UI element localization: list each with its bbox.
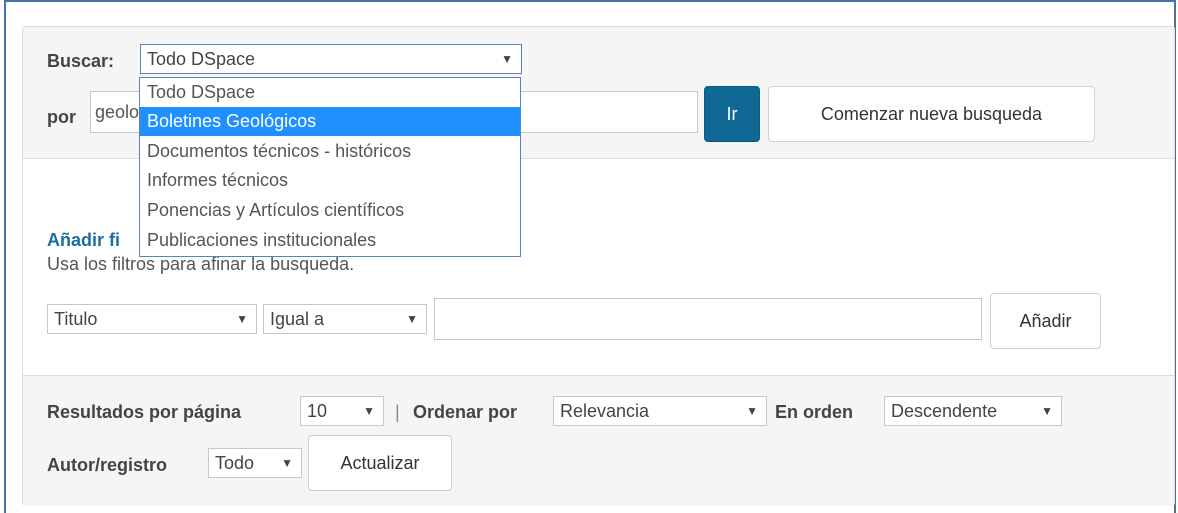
results-options-section: Resultados por página 10 ▼ | Ordenar por… bbox=[23, 375, 1174, 506]
filter-field-value: Titulo bbox=[54, 309, 98, 329]
chevron-down-icon: ▼ bbox=[236, 312, 248, 326]
scope-option[interactable]: Informes técnicos bbox=[140, 166, 520, 195]
separator: | bbox=[395, 402, 400, 422]
filter-operator-value: Igual a bbox=[270, 309, 325, 329]
sort-label: Ordenar por bbox=[413, 402, 518, 422]
scope-option[interactable]: Documentos técnicos - históricos bbox=[140, 137, 520, 166]
chevron-down-icon: ▼ bbox=[746, 404, 758, 418]
scope-option[interactable]: Publicaciones institucionales bbox=[140, 226, 520, 255]
chevron-down-icon: ▼ bbox=[406, 312, 418, 326]
per-page-label: Resultados por página bbox=[47, 402, 242, 422]
scope-option[interactable]: Ponencias y Artículos científicos bbox=[140, 196, 520, 225]
add-filter-button[interactable]: Añadir bbox=[990, 293, 1101, 349]
query-input-value: geolo bbox=[95, 102, 140, 122]
chevron-down-icon: ▼ bbox=[1041, 404, 1053, 418]
chevron-down-icon: ▼ bbox=[281, 456, 293, 470]
scope-select[interactable]: Todo DSpace ▼ bbox=[140, 44, 522, 74]
query-label: por bbox=[47, 107, 76, 127]
scope-dropdown-list: Todo DSpace Boletines Geológicos Documen… bbox=[139, 77, 521, 257]
order-select[interactable]: Descendente ▼ bbox=[884, 396, 1062, 426]
per-page-value: 10 bbox=[307, 401, 328, 421]
scope-option[interactable]: Todo DSpace bbox=[140, 78, 520, 107]
author-value: Todo bbox=[215, 453, 255, 473]
filter-operator-select[interactable]: Igual a ▼ bbox=[263, 304, 427, 334]
order-value: Descendente bbox=[891, 401, 998, 421]
per-page-select[interactable]: 10 ▼ bbox=[300, 396, 384, 426]
filter-value-input[interactable] bbox=[434, 298, 982, 340]
filters-hint: Usa los filtros para afinar la busqueda. bbox=[47, 254, 355, 274]
chevron-down-icon: ▼ bbox=[501, 52, 513, 66]
scope-label: Buscar: bbox=[47, 51, 115, 71]
go-button[interactable]: Ir bbox=[704, 86, 760, 142]
add-filters-link[interactable]: Añadir fi bbox=[47, 230, 120, 251]
scope-option-highlighted[interactable]: Boletines Geológicos bbox=[140, 107, 520, 136]
chevron-down-icon: ▼ bbox=[363, 404, 375, 418]
filter-field-select[interactable]: Titulo ▼ bbox=[47, 304, 257, 334]
sort-value: Relevancia bbox=[560, 401, 650, 421]
author-select[interactable]: Todo ▼ bbox=[208, 448, 302, 478]
scope-select-value: Todo DSpace bbox=[147, 49, 256, 69]
new-search-button[interactable]: Comenzar nueva busqueda bbox=[768, 86, 1095, 142]
order-label: En orden bbox=[775, 402, 854, 422]
author-label: Autor/registro bbox=[47, 455, 168, 475]
sort-select[interactable]: Relevancia ▼ bbox=[553, 396, 767, 426]
update-button[interactable]: Actualizar bbox=[308, 435, 452, 491]
